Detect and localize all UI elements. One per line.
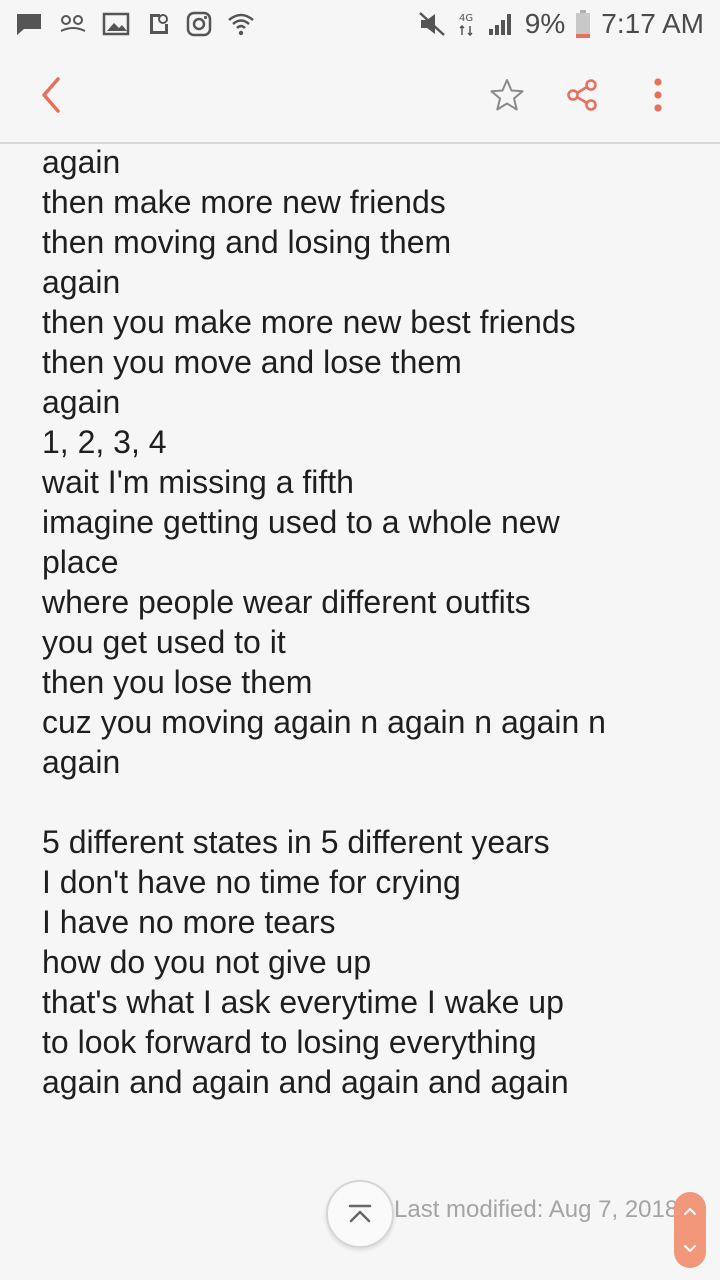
- svg-text:4G: 4G: [459, 13, 473, 24]
- scroll-to-top-button[interactable]: [326, 1180, 394, 1248]
- more-vertical-icon: [654, 78, 662, 112]
- clock: 7:17 AM: [601, 8, 704, 39]
- chevron-left-icon: [42, 77, 60, 113]
- note-line: how do you not give up: [42, 944, 372, 980]
- note-line: 1, 2, 3, 4: [42, 424, 167, 460]
- share-button[interactable]: [557, 70, 607, 120]
- favorite-button[interactable]: [482, 70, 532, 120]
- note-line: to look forward to losing everything: [42, 1024, 537, 1060]
- chevron-up-icon: [684, 1208, 696, 1215]
- note-line: then you move and lose them: [42, 344, 462, 380]
- signal-icon: [487, 11, 515, 37]
- chevron-down-icon: [684, 1245, 696, 1252]
- note-line: then make more new friends: [42, 184, 446, 220]
- note-content[interactable]: again then make more new friends then movi…: [42, 142, 682, 1102]
- note-line: 5 different states in 5 different years: [42, 824, 550, 860]
- note-line: wait I'm missing a fifth: [42, 464, 354, 500]
- note-line: again: [42, 384, 121, 420]
- note-line: again and again and again and again: [42, 1064, 569, 1100]
- scroll-to-top-icon: [348, 1204, 372, 1223]
- screenshot-icon: [144, 11, 172, 37]
- last-modified-text: Last modified: Aug 7, 2018: [394, 1196, 679, 1223]
- note-line: then you lose them: [42, 664, 313, 700]
- note-line: [42, 782, 682, 822]
- star-outline-icon: [490, 79, 524, 111]
- notification-icons: [0, 11, 256, 37]
- instagram-icon: [186, 11, 212, 37]
- note-line: imagine getting used to a whole new: [42, 504, 560, 540]
- message-icon: [14, 11, 44, 37]
- note-line: then you make more new best friends: [42, 304, 576, 340]
- note-line: again: [42, 744, 121, 780]
- note-line: that's what I ask everytime I wake up: [42, 984, 564, 1020]
- gallery-icon: [102, 11, 130, 37]
- note-line: you get used to it: [42, 624, 286, 660]
- note-line: cuz you moving again n again n again n: [42, 704, 606, 740]
- wifi-icon: [226, 11, 256, 37]
- mute-icon: [417, 10, 447, 38]
- note-toolbar: [0, 48, 720, 144]
- system-status: 4G 9% 7:17 AM: [417, 8, 720, 40]
- battery-percent: 9%: [524, 8, 566, 39]
- note-line: I have no more tears: [42, 904, 336, 940]
- note-line: where people wear different outfits: [42, 584, 531, 620]
- battery-icon: [575, 9, 591, 39]
- note-line: then moving and losing them: [42, 224, 452, 260]
- note-line: place: [42, 544, 119, 580]
- status-bar: 4G 9% 7:17 AM: [0, 0, 720, 48]
- note-screen: 4G 9% 7:17 AM again then make more new fr…: [0, 0, 720, 1280]
- back-button[interactable]: [26, 70, 76, 120]
- network-icon: 4G: [457, 10, 477, 38]
- fast-scroll-handle[interactable]: [674, 1192, 706, 1268]
- note-line: again: [42, 264, 121, 300]
- eye-icon: [58, 11, 88, 37]
- note-line: again: [42, 144, 121, 180]
- more-options-button[interactable]: [633, 70, 683, 120]
- share-icon: [567, 79, 597, 111]
- note-line: I don't have no time for crying: [42, 864, 461, 900]
